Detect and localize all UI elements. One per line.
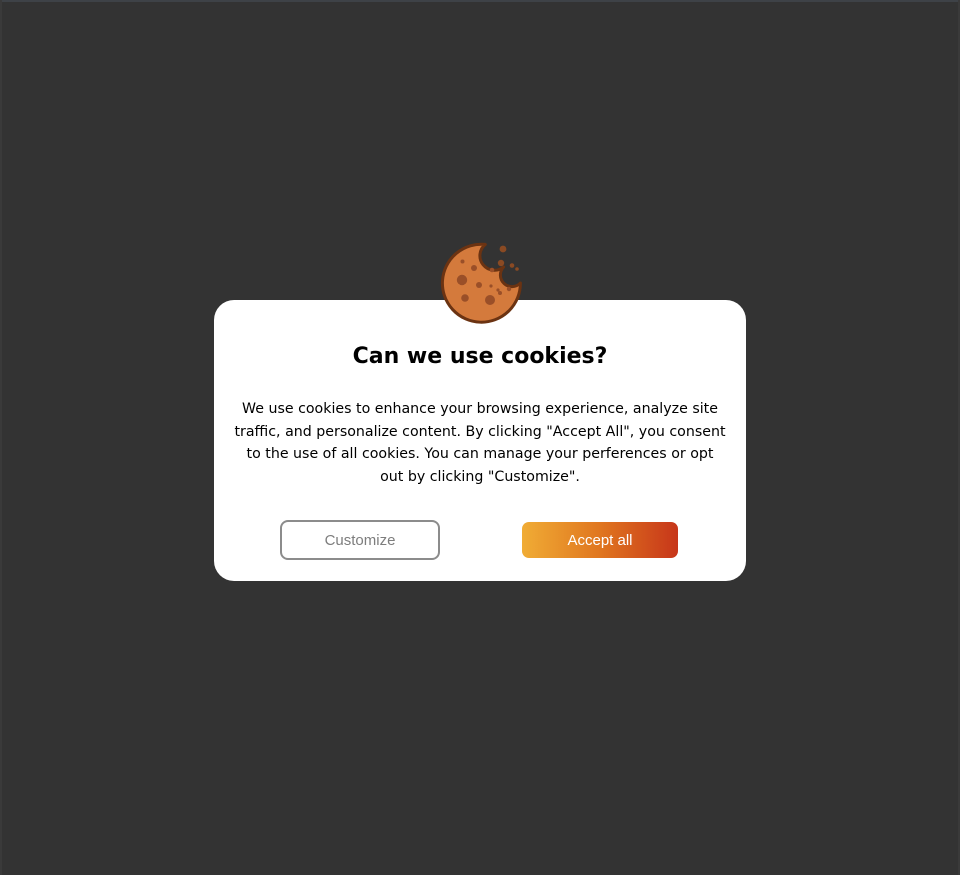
dialog-title: Can we use cookies? [352, 344, 608, 369]
cookie-icon [438, 241, 524, 327]
window-top-border [0, 0, 960, 2]
window-left-border [0, 0, 2, 875]
customize-button[interactable]: Customize [280, 520, 440, 560]
dialog-message: We use cookies to enhance your browsing … [234, 401, 726, 485]
cookie-consent-dialog: Can we use cookies? We use cookies to en… [214, 300, 746, 581]
accept-all-button[interactable]: Accept all [522, 522, 678, 558]
